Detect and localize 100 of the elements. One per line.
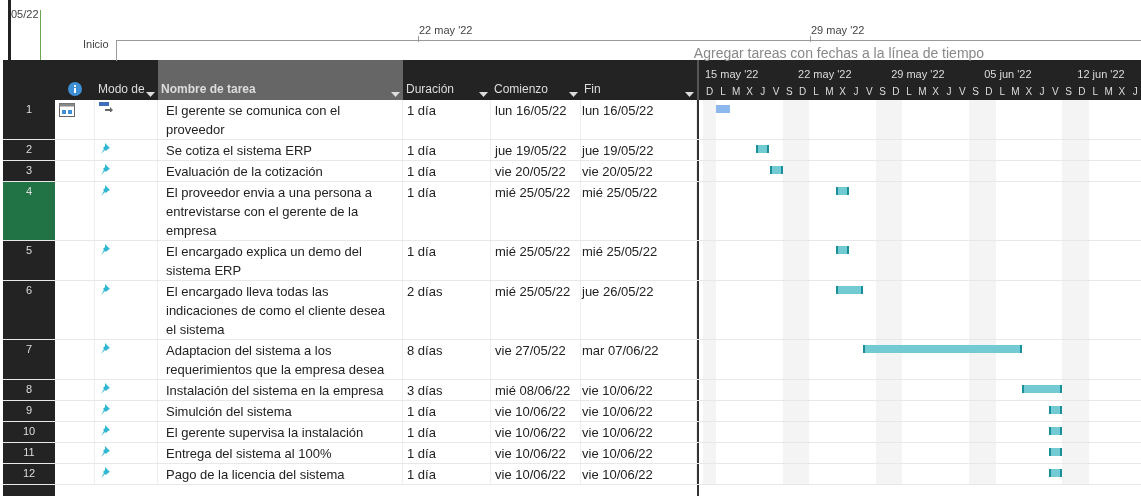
day-letter: V [1051, 85, 1060, 99]
start-date-cell: vie 20/05/22 [491, 161, 581, 181]
task-name-cell: El encargado lleva todas las indicaciones de como el cliente desea el sistema [158, 281, 403, 339]
start-date-cell: jue 19/05/22 [491, 140, 581, 160]
start-date-cell: vie 10/06/22 [491, 401, 581, 421]
day-letter: V [957, 85, 967, 99]
gantt-bar[interactable] [1048, 469, 1063, 477]
task-name-cell: El encargado explica un demo del sistema ERP [158, 241, 403, 280]
row-number[interactable]: 3 [3, 161, 55, 181]
row-header-background [3, 485, 55, 496]
row-number[interactable]: 4 [3, 182, 55, 240]
pin-icon [99, 243, 111, 255]
gantt-bar[interactable] [1048, 427, 1063, 435]
start-date-cell: vie 10/06/22 [491, 422, 581, 442]
day-letter: J [852, 85, 860, 99]
row-number[interactable]: 10 [3, 422, 55, 442]
day-letter: J [1038, 85, 1046, 99]
duration-cell: 1 día [403, 422, 491, 442]
day-letter: L [998, 85, 1006, 99]
pin-icon [99, 342, 111, 354]
gantt-bar[interactable] [836, 246, 850, 254]
day-letter: D [1077, 85, 1087, 99]
column-header[interactable]: Duración [403, 60, 491, 100]
gantt-bar[interactable] [836, 187, 850, 195]
gantt-bar[interactable] [1048, 406, 1063, 414]
row-number[interactable]: 12 [3, 464, 55, 484]
start-date-cell: lun 16/05/22 [491, 100, 581, 139]
row-number[interactable]: 8 [3, 380, 55, 400]
timeline-tick-label: 29 may '22 [811, 24, 865, 36]
day-letter: M [1103, 85, 1114, 99]
task-name-cell: Entrega del sistema al 100% [158, 443, 403, 463]
gantt-bar[interactable] [862, 345, 1023, 353]
start-date-cell: vie 10/06/22 [491, 464, 581, 484]
day-letter: D [798, 85, 808, 99]
dropdown-caret-icon[interactable] [569, 92, 578, 98]
day-letter: X [931, 85, 941, 99]
day-letter: M [917, 85, 928, 99]
day-letter: M [731, 85, 742, 99]
pin-icon [99, 283, 111, 295]
column-header[interactable]: Fin [581, 60, 697, 100]
week-label: 15 may '22 [704, 67, 760, 82]
pin-icon [99, 184, 111, 196]
gantt-bar[interactable] [1048, 448, 1063, 456]
day-letter: S [1064, 85, 1073, 99]
task-name-cell: El proveedor envia a una persona a entrevistarse con el gerente de la empresa [158, 182, 403, 240]
week-label: 22 may '22 [797, 67, 853, 82]
pin-icon [99, 466, 111, 478]
task-name-cell: El gerente se comunica con el proveedor [158, 100, 403, 139]
duration-cell: 1 día [403, 443, 491, 463]
day-letter: J [759, 85, 767, 99]
duration-cell: 3 días [403, 380, 491, 400]
dropdown-caret-icon[interactable] [685, 92, 694, 98]
row-number[interactable]: 7 [3, 340, 55, 379]
pin-icon [99, 445, 111, 457]
day-letter: L [719, 85, 727, 99]
dropdown-caret-icon[interactable] [146, 92, 155, 98]
row-number[interactable]: 1 [3, 100, 55, 139]
timeline-start-label: Inicio [83, 38, 109, 50]
start-date-cell: mié 25/05/22 [491, 182, 581, 240]
day-letter: L [1091, 85, 1100, 99]
day-letter: X [838, 85, 847, 99]
start-date-cell: mié 25/05/22 [491, 241, 581, 280]
dropdown-caret-icon[interactable] [479, 92, 488, 98]
duration-cell: 2 días [403, 281, 491, 339]
column-header[interactable]: Modo de [95, 60, 158, 100]
column-header[interactable]: Comienzo [491, 60, 581, 100]
duration-cell: 1 día [403, 100, 491, 139]
row-number[interactable]: 11 [3, 443, 55, 463]
task-name-cell: El gerente supervisa la instalación [158, 422, 403, 442]
day-letter: D [705, 85, 715, 99]
duration-cell: 1 día [403, 464, 491, 484]
pin-icon [99, 424, 111, 436]
duration-cell: 1 día [403, 140, 491, 160]
pin-icon [99, 142, 111, 154]
pin-icon [99, 163, 111, 175]
week-label: 05 jun '22 [983, 67, 1033, 82]
auto-schedule-icon [99, 102, 113, 112]
gantt-bar[interactable] [836, 286, 863, 294]
timeline-date: 05/22 [11, 8, 39, 20]
week-label: 29 may '22 [890, 67, 946, 82]
row-number[interactable]: 6 [3, 281, 55, 339]
task-name-cell: Instalación del sistema en la empresa [158, 380, 403, 400]
gantt-bar[interactable] [1022, 385, 1063, 393]
day-letter: X [745, 85, 754, 99]
row-number[interactable]: 9 [3, 401, 55, 421]
row-number[interactable]: 5 [3, 241, 55, 280]
duration-cell: 1 día [403, 161, 491, 181]
column-header[interactable]: Nombre de tarea [158, 60, 403, 100]
calendar-icon [59, 102, 75, 117]
gantt-bar[interactable] [756, 145, 770, 153]
duration-cell: 1 día [403, 182, 491, 240]
day-letter: V [864, 85, 874, 99]
row-number[interactable]: 2 [3, 140, 55, 160]
day-letter: X [1024, 85, 1034, 99]
gantt-bar[interactable] [769, 166, 783, 174]
duration-cell: 1 día [403, 241, 491, 280]
day-letter: D [984, 85, 994, 99]
day-letter: J [1131, 85, 1139, 99]
info-icon [68, 82, 82, 96]
start-date-cell: mié 08/06/22 [491, 380, 581, 400]
